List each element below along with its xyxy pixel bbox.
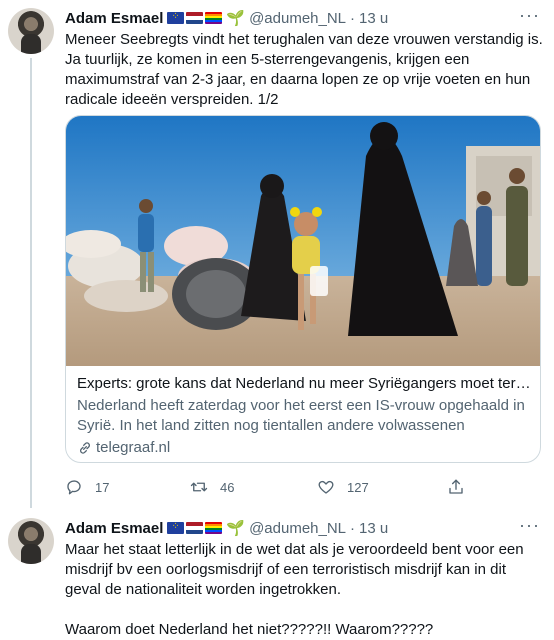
like-count: 127 bbox=[347, 479, 369, 495]
more-options-icon[interactable]: ··· bbox=[519, 516, 540, 534]
like-button[interactable]: 127 bbox=[317, 478, 369, 496]
tweet-text: Maar het staat letterlijk in de wet dat … bbox=[65, 541, 524, 638]
author-handle[interactable]: @adumeh_NL bbox=[249, 520, 346, 537]
thread-connector bbox=[30, 58, 32, 508]
card-title[interactable]: Experts: grote kans dat Nederland nu mee… bbox=[77, 374, 531, 394]
card-image bbox=[66, 116, 540, 366]
retweet-button[interactable]: 46 bbox=[190, 478, 234, 496]
card-description: Nederland heeft zaterdag voor het eerst … bbox=[77, 397, 525, 434]
timestamp[interactable]: 13 u bbox=[359, 10, 388, 27]
link-icon bbox=[80, 442, 90, 454]
separator-dot: · bbox=[350, 9, 356, 27]
tweet-text: Meneer Seebregts vindt het terughalen va… bbox=[65, 31, 543, 108]
separator-dot: · bbox=[350, 519, 356, 537]
eu-flag-icon bbox=[167, 11, 185, 24]
rainbow-flag-icon bbox=[205, 522, 223, 534]
share-icon bbox=[449, 479, 463, 494]
name-emojis: 🌱 bbox=[167, 519, 245, 537]
tweet-header: Adam Esmael 🌱 @adumeh_NL · 13 u bbox=[65, 518, 388, 538]
tweet-actions: 17 46 127 bbox=[65, 478, 485, 498]
timestamp[interactable]: 13 u bbox=[359, 520, 388, 537]
tweet-header: Adam Esmael 🌱 @adumeh_NL · 13 u bbox=[65, 8, 388, 28]
reply-icon bbox=[67, 480, 81, 495]
nl-flag-icon bbox=[186, 522, 204, 534]
seedling-icon: 🌱 bbox=[226, 10, 246, 27]
retweet-icon bbox=[190, 482, 208, 492]
author-handle[interactable]: @adumeh_NL bbox=[249, 10, 346, 27]
share-button[interactable] bbox=[447, 478, 477, 496]
link-card[interactable]: Experts: grote kans dat Nederland nu mee… bbox=[65, 115, 541, 463]
rainbow-flag-icon bbox=[205, 12, 223, 24]
retweet-count: 46 bbox=[220, 479, 235, 495]
heart-icon bbox=[318, 480, 334, 494]
more-options-icon[interactable]: ··· bbox=[519, 6, 540, 24]
avatar[interactable] bbox=[8, 8, 54, 54]
seedling-icon: 🌱 bbox=[226, 520, 246, 537]
tweet[interactable]: Adam Esmael 🌱 @adumeh_NL · 13 u ··· Maar… bbox=[0, 508, 554, 640]
author-name[interactable]: Adam Esmael bbox=[65, 10, 163, 27]
card-domain: telegraaf.nl bbox=[77, 438, 531, 458]
card-domain-text: telegraaf.nl bbox=[96, 439, 171, 456]
avatar[interactable] bbox=[8, 518, 54, 564]
nl-flag-icon bbox=[186, 12, 204, 24]
reply-button[interactable]: 17 bbox=[65, 478, 109, 496]
eu-flag-icon bbox=[167, 521, 185, 534]
author-name[interactable]: Adam Esmael bbox=[65, 520, 163, 537]
reply-count: 17 bbox=[95, 479, 110, 495]
tweet[interactable]: Adam Esmael 🌱 @adumeh_NL · 13 u ··· Mene… bbox=[0, 0, 554, 508]
name-emojis: 🌱 bbox=[167, 9, 245, 27]
